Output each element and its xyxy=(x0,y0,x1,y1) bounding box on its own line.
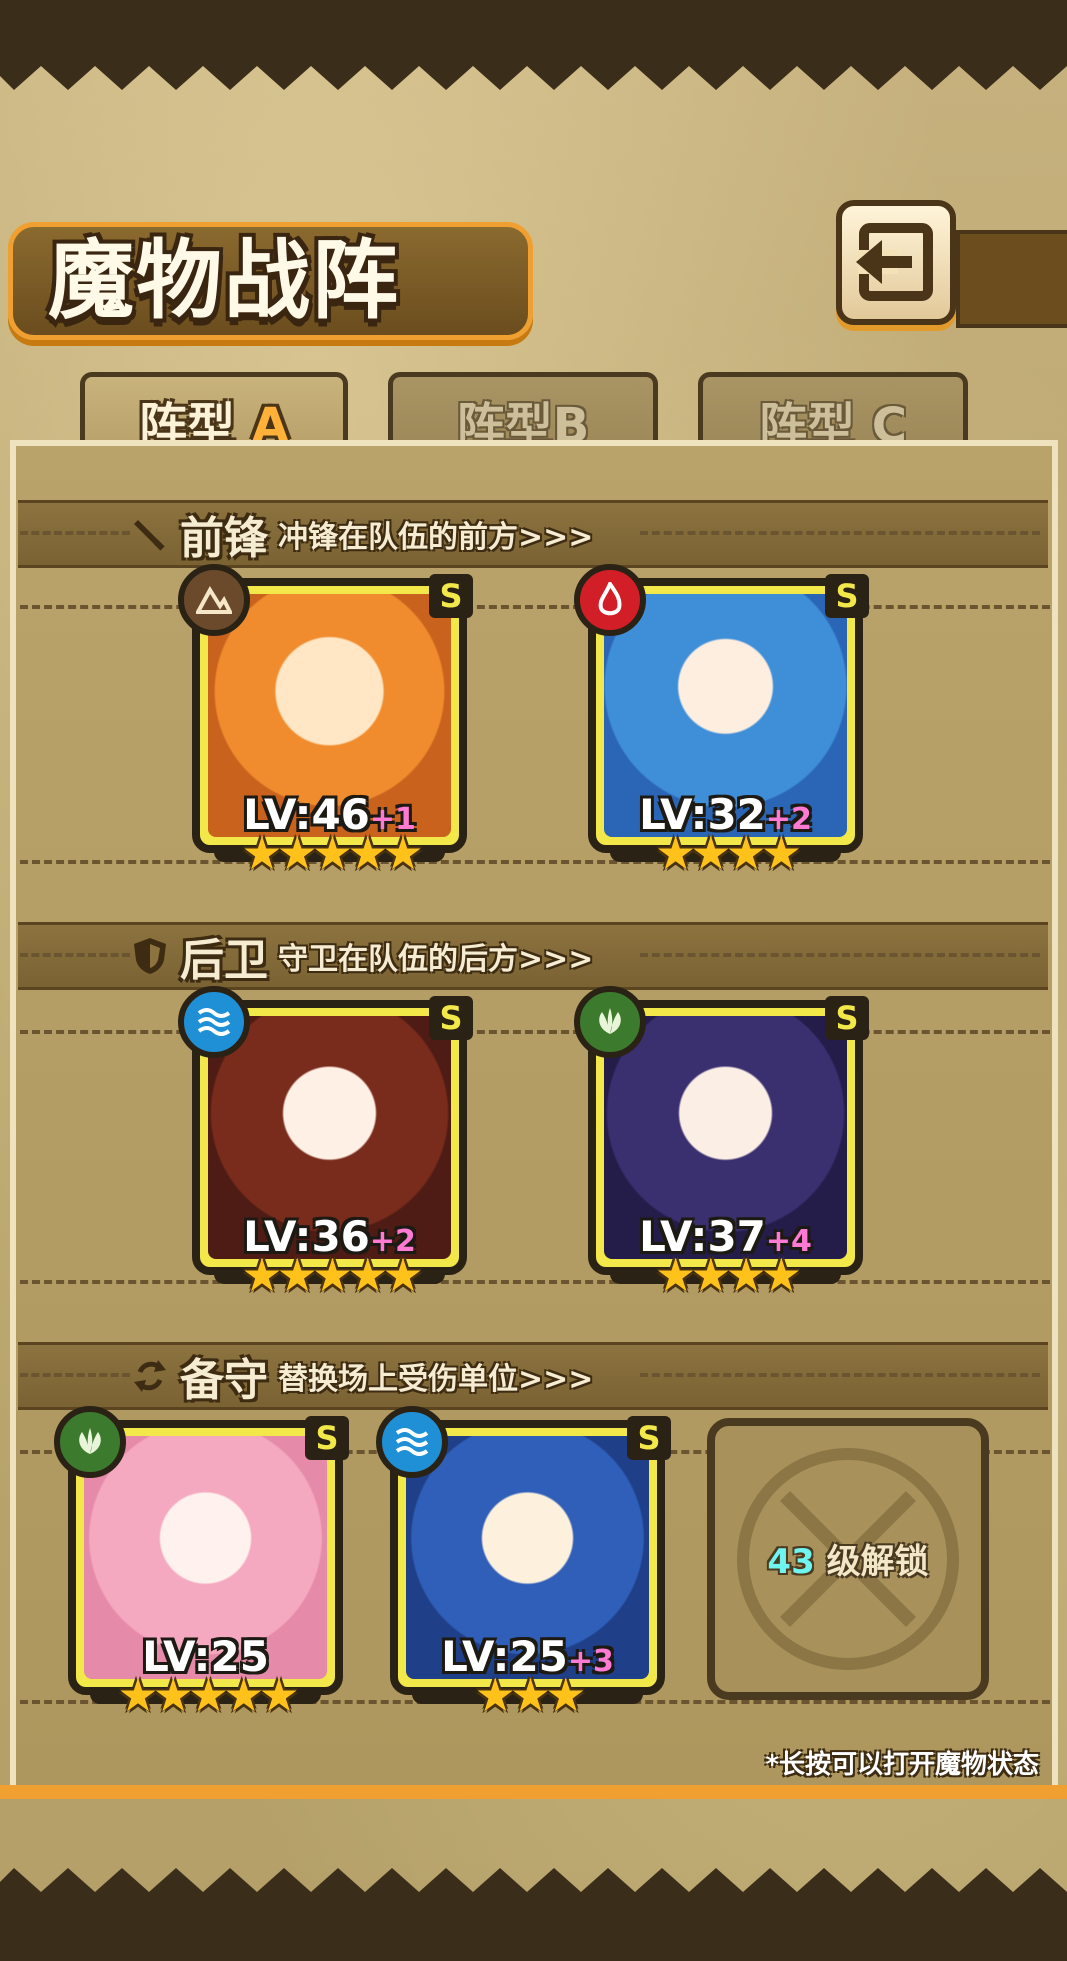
bottom-zigzag xyxy=(0,1868,1067,1902)
divider xyxy=(20,1373,130,1377)
star-rating: ★★★★★ xyxy=(241,1248,423,1302)
back-section-desc: 守卫在队伍的后方>>> xyxy=(278,942,594,977)
row-dashline xyxy=(20,860,1050,864)
divider xyxy=(640,953,1040,957)
back-button[interactable] xyxy=(836,200,956,325)
bottom-accent-bar xyxy=(0,1785,1067,1799)
monster-card-back-2[interactable]: S LV:37+4 ★★★★ xyxy=(574,986,869,1302)
rank-badge: S xyxy=(429,996,473,1040)
front-section-name: 前锋 xyxy=(180,513,268,564)
star-rating: ★★★ xyxy=(474,1668,587,1722)
back-strip xyxy=(956,230,1067,328)
divider xyxy=(640,531,1040,535)
rank-badge: S xyxy=(429,574,473,618)
top-border xyxy=(0,0,1067,60)
page-title: 魔物战阵 xyxy=(48,230,400,331)
shield-icon xyxy=(130,936,170,976)
unlock-level-text: 43 级解锁 xyxy=(767,1542,929,1582)
bottom-border xyxy=(0,1900,1067,1961)
top-zigzag xyxy=(0,56,1067,90)
front-section-desc: 冲锋在队伍的前方>>> xyxy=(278,520,594,555)
back-section-name: 后卫 xyxy=(180,935,268,986)
rank-badge: S xyxy=(305,1416,349,1460)
monster-card-back-1[interactable]: S LV:36+2 ★★★★★ xyxy=(178,986,473,1302)
back-section-title: 后卫 守卫在队伍的后方>>> xyxy=(130,924,593,988)
earth-icon xyxy=(178,564,250,636)
star-rating: ★★★★★ xyxy=(241,826,423,880)
star-rating: ★★★★ xyxy=(655,826,802,880)
monster-card-front-2[interactable]: S LV:32+2 ★★★★ xyxy=(574,564,869,880)
monster-card-reserve-2[interactable]: S LV:25+3 ★★★ xyxy=(376,1406,671,1722)
monster-card-reserve-1[interactable]: S LV:25 ★★★★★ xyxy=(54,1406,349,1722)
long-press-hint: *长按可以打开魔物状态 xyxy=(765,1750,1039,1780)
wood-icon xyxy=(574,986,646,1058)
reserve-section-title: 备守 替换场上受伤单位>>> xyxy=(130,1344,593,1408)
water-icon xyxy=(178,986,250,1058)
star-rating: ★★★★ xyxy=(655,1248,802,1302)
fire-icon xyxy=(574,564,646,636)
divider xyxy=(20,953,130,957)
row-dashline xyxy=(20,1030,1050,1034)
rank-badge: S xyxy=(627,1416,671,1460)
front-section-title: 前锋 冲锋在队伍的前方>>> xyxy=(130,502,593,566)
divider xyxy=(640,1373,1040,1377)
wood-icon xyxy=(54,1406,126,1478)
back-arrow-icon xyxy=(856,223,933,301)
swap-icon xyxy=(130,1356,170,1396)
row-dashline xyxy=(20,1280,1050,1284)
locked-slot[interactable]: 43 级解锁 xyxy=(707,1418,989,1700)
divider xyxy=(20,531,130,535)
rank-badge: S xyxy=(825,996,869,1040)
rank-badge: S xyxy=(825,574,869,618)
row-dashline xyxy=(20,605,1050,609)
reserve-section-name: 备守 xyxy=(180,1355,268,1406)
monster-card-front-1[interactable]: S LV:46+1 ★★★★★ xyxy=(178,564,473,880)
star-rating: ★★★★★ xyxy=(117,1668,299,1722)
sword-icon xyxy=(130,514,170,554)
reserve-section-desc: 替换场上受伤单位>>> xyxy=(278,1362,594,1397)
water-icon xyxy=(376,1406,448,1478)
